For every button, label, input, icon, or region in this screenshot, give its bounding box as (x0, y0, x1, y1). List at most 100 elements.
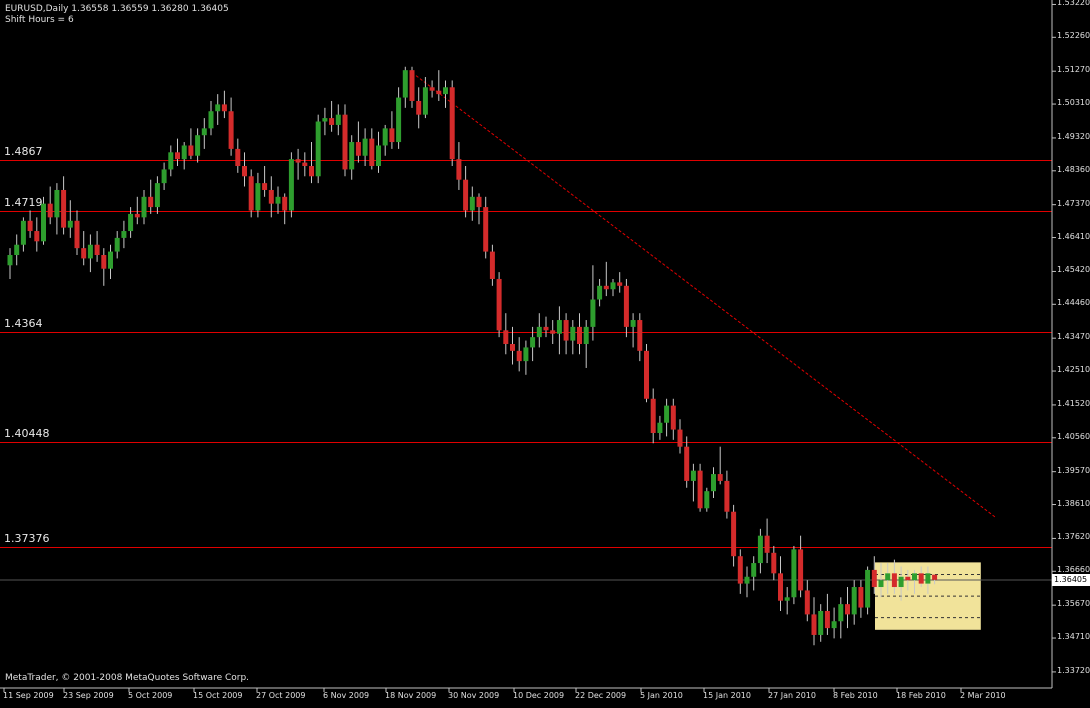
candle-body (248, 176, 254, 211)
candle-body (925, 573, 931, 584)
candle-body (422, 87, 428, 115)
level-label: 1.37376 (4, 531, 50, 545)
candle-body (108, 251, 113, 269)
candle (865, 566, 871, 615)
candle-body (302, 162, 308, 167)
candle-body (94, 244, 100, 256)
y-tick-label: 1.51270 (1057, 65, 1090, 75)
candle-body (630, 320, 636, 327)
candle-body (764, 535, 770, 553)
candle-body (664, 405, 670, 423)
candle-body (597, 285, 603, 300)
candle-body (215, 104, 221, 112)
candle-body (81, 248, 87, 259)
candle-body (697, 470, 703, 509)
candle-body (262, 183, 268, 190)
candle-body (396, 97, 402, 143)
candle-body (469, 196, 475, 211)
candle-body (335, 114, 341, 125)
candle-body (134, 213, 140, 218)
x-tick-label: 15 Jan 2010 (703, 691, 751, 700)
candle-body (188, 145, 194, 156)
y-tick-label: 1.39570 (1057, 465, 1090, 475)
candle-body (871, 569, 877, 588)
candle-body (510, 344, 515, 351)
candle-body (891, 573, 897, 588)
candle-body (389, 128, 395, 143)
candle-body (148, 196, 154, 208)
candle-body (7, 255, 13, 266)
candle-body (128, 213, 134, 232)
candle-body (851, 587, 857, 615)
candle-body (154, 183, 160, 208)
candle-body (530, 337, 536, 348)
x-tick-label: 2 Mar 2010 (960, 691, 1006, 700)
candle-body (181, 145, 187, 160)
candle-body (235, 148, 241, 167)
y-tick-label: 1.52260 (1057, 31, 1090, 41)
candle-body (489, 251, 495, 279)
y-tick-label: 1.48360 (1057, 164, 1090, 174)
candle-body (161, 169, 167, 184)
y-tick-label: 1.47370 (1057, 198, 1090, 208)
level-label: 1.40448 (4, 426, 50, 440)
candle-body (731, 511, 737, 557)
candle-body (798, 549, 804, 591)
candle-body (288, 159, 294, 211)
candle-body (449, 87, 455, 160)
y-tick-label: 1.50310 (1057, 98, 1090, 108)
candle-body (34, 231, 40, 242)
candle-body (27, 220, 33, 232)
candle-body (711, 474, 716, 492)
y-tick-label: 1.34710 (1057, 632, 1090, 642)
y-tick-label: 1.36660 (1057, 565, 1090, 575)
candle-body (932, 574, 938, 580)
level-label: 1.4719 (4, 195, 43, 209)
candle (644, 344, 649, 403)
candle-body (784, 597, 790, 601)
candle-body (644, 350, 649, 399)
candle-body (824, 610, 830, 629)
candle-body (744, 576, 750, 584)
candle-body (791, 549, 797, 598)
candle-body (242, 166, 247, 177)
candle-body (322, 118, 328, 122)
level-label: 1.4364 (4, 316, 43, 330)
candle-body (14, 244, 20, 256)
candle-body (818, 610, 824, 635)
y-tick-label: 1.43470 (1057, 332, 1090, 342)
candle-body (912, 573, 917, 581)
candle-body (623, 285, 629, 327)
x-tick-label: 30 Nov 2009 (448, 691, 500, 700)
x-tick-label: 6 Nov 2009 (323, 691, 370, 700)
candle-body (382, 128, 388, 146)
candle-body (463, 179, 469, 211)
candle-body (268, 189, 274, 204)
candle-body (121, 231, 127, 238)
candle-body (650, 398, 656, 433)
candle-body (885, 573, 891, 581)
candle-body (831, 621, 837, 629)
x-tick-label: 10 Dec 2009 (513, 691, 565, 700)
current-price-tag: 1.36405 (1052, 574, 1090, 586)
candle-body (684, 446, 690, 481)
candle-body (456, 159, 462, 180)
y-tick-label: 1.41520 (1057, 398, 1090, 408)
candle-body (409, 70, 415, 101)
candle-body (228, 111, 234, 149)
candle-body (416, 100, 422, 115)
candle-body (577, 326, 582, 344)
x-tick-label: 27 Jan 2010 (768, 691, 816, 700)
candle-body (657, 422, 663, 433)
chart-header-symbol: EURUSD,Daily 1.36558 1.36559 1.36280 1.3… (5, 4, 229, 14)
candle-body (563, 320, 569, 341)
candle-body (757, 535, 763, 564)
candle-body (315, 121, 321, 177)
candle-body (637, 320, 643, 351)
x-tick-label: 8 Feb 2010 (833, 691, 878, 700)
x-tick-label: 18 Feb 2010 (896, 691, 946, 700)
candle-body (603, 285, 609, 290)
y-tick-label: 1.42510 (1057, 365, 1090, 375)
x-tick-label: 5 Oct 2009 (128, 691, 173, 700)
candle-body (295, 159, 301, 163)
